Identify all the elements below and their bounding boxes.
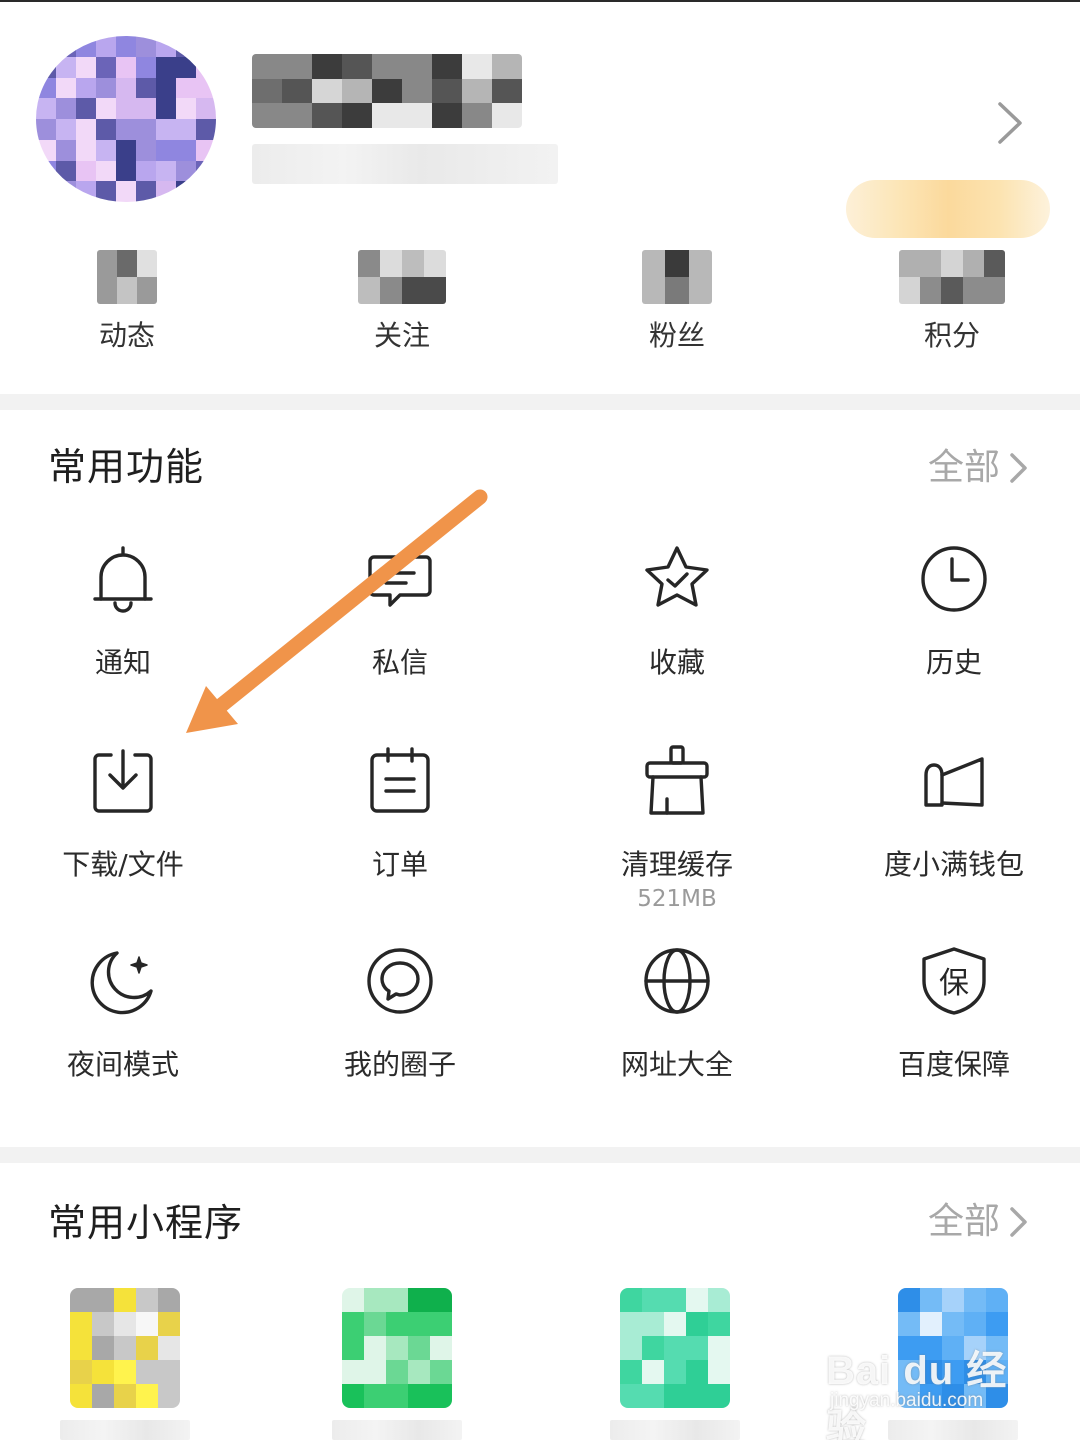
user-subtitle-blurred bbox=[252, 144, 558, 184]
mini-programs-all-link[interactable]: 全部 bbox=[928, 1200, 1030, 1244]
moon-icon bbox=[90, 951, 153, 1015]
stat-jifen[interactable]: 积分 bbox=[872, 250, 1032, 354]
function-label: 历史 bbox=[925, 646, 982, 679]
function-private-message[interactable]: 私信 bbox=[280, 543, 520, 681]
chevron-right-icon bbox=[1010, 453, 1027, 483]
download-icon bbox=[93, 749, 153, 813]
function-url-directory[interactable]: 网址大全 bbox=[557, 945, 797, 1083]
all-link-label: 全部 bbox=[927, 447, 1000, 488]
watermark-url: jingyan.baidu.com bbox=[830, 1390, 984, 1411]
function-history[interactable]: 历史 bbox=[834, 543, 1074, 681]
function-label: 夜间模式 bbox=[66, 1048, 179, 1081]
mini-program-icon-blurred[interactable] bbox=[342, 1288, 452, 1408]
watermark-logo: Bai du 经验 bbox=[826, 1349, 1008, 1440]
order-icon bbox=[370, 747, 430, 813]
function-notification[interactable]: 通知 bbox=[3, 543, 243, 681]
function-my-circles[interactable]: 我的圈子 bbox=[280, 945, 520, 1083]
function-night-mode[interactable]: 夜间模式 bbox=[3, 945, 243, 1083]
function-label: 收藏 bbox=[648, 646, 705, 679]
stat-dongtai[interactable]: 动态 bbox=[47, 250, 207, 354]
star-icon bbox=[645, 546, 709, 607]
mini-program-label-blurred bbox=[332, 1420, 462, 1440]
globe-icon bbox=[644, 948, 710, 1014]
all-link-label: 全部 bbox=[927, 1201, 1000, 1242]
stat-value-blurred bbox=[899, 250, 1005, 304]
stat-value-blurred bbox=[358, 250, 446, 304]
circle-chat-icon bbox=[367, 948, 433, 1014]
section-title-common-functions: 常用功能 bbox=[48, 445, 205, 489]
mini-program-label-blurred bbox=[60, 1420, 190, 1440]
broom-icon bbox=[645, 745, 709, 815]
function-label: 我的圈子 bbox=[343, 1048, 456, 1081]
mini-program-icon-blurred[interactable] bbox=[70, 1288, 180, 1408]
message-icon bbox=[368, 555, 432, 607]
cache-size: 521MB bbox=[637, 886, 717, 912]
function-baidu-protection[interactable]: 保 百度保障 bbox=[834, 945, 1074, 1083]
wallet-icon bbox=[924, 757, 984, 807]
stat-label: 动态 bbox=[98, 319, 155, 352]
username-blurred bbox=[252, 54, 522, 128]
profile-header[interactable]: 动态 关注 粉丝 积分 bbox=[0, 2, 1080, 394]
section-divider bbox=[0, 394, 1080, 410]
shield-icon: 保 bbox=[922, 947, 986, 1015]
function-clear-cache[interactable]: 清理缓存 521MB bbox=[557, 745, 797, 913]
mini-program-icon-blurred[interactable] bbox=[620, 1288, 730, 1408]
stat-label: 积分 bbox=[923, 319, 980, 352]
clock-icon bbox=[921, 546, 987, 612]
stat-value-blurred bbox=[97, 250, 157, 304]
function-label: 度小满钱包 bbox=[883, 848, 1024, 881]
section-title-mini-programs: 常用小程序 bbox=[48, 1201, 244, 1245]
function-downloads-files[interactable]: 下载/文件 bbox=[3, 745, 243, 883]
function-label: 百度保障 bbox=[897, 1048, 1010, 1081]
member-badge-blurred[interactable] bbox=[846, 180, 1050, 238]
common-functions-all-link[interactable]: 全部 bbox=[928, 446, 1030, 490]
function-label: 清理缓存 bbox=[620, 848, 733, 881]
stat-value-blurred bbox=[642, 250, 712, 304]
stat-fensi[interactable]: 粉丝 bbox=[597, 250, 757, 354]
chevron-right-icon bbox=[1010, 1207, 1027, 1237]
chevron-right-icon[interactable] bbox=[990, 100, 1030, 146]
svg-text:保: 保 bbox=[939, 966, 969, 1001]
function-favorites[interactable]: 收藏 bbox=[557, 543, 797, 681]
function-orders[interactable]: 订单 bbox=[280, 745, 520, 883]
stat-guanzhu[interactable]: 关注 bbox=[322, 250, 482, 354]
stat-label: 关注 bbox=[373, 319, 430, 352]
stat-label: 粉丝 bbox=[648, 319, 705, 352]
bell-icon bbox=[93, 546, 153, 613]
function-label: 私信 bbox=[371, 646, 428, 679]
function-label: 下载/文件 bbox=[62, 848, 184, 881]
function-label: 订单 bbox=[371, 848, 428, 881]
baidu-jingyan-watermark: Bai du 经验 jingyan.baidu.com bbox=[826, 1338, 1036, 1440]
avatar[interactable] bbox=[36, 36, 216, 202]
section-divider bbox=[0, 1147, 1080, 1163]
function-label: 通知 bbox=[94, 646, 151, 679]
function-wallet[interactable]: 度小满钱包 bbox=[834, 745, 1074, 883]
mini-program-label-blurred bbox=[610, 1420, 740, 1440]
function-label: 网址大全 bbox=[620, 1048, 733, 1081]
